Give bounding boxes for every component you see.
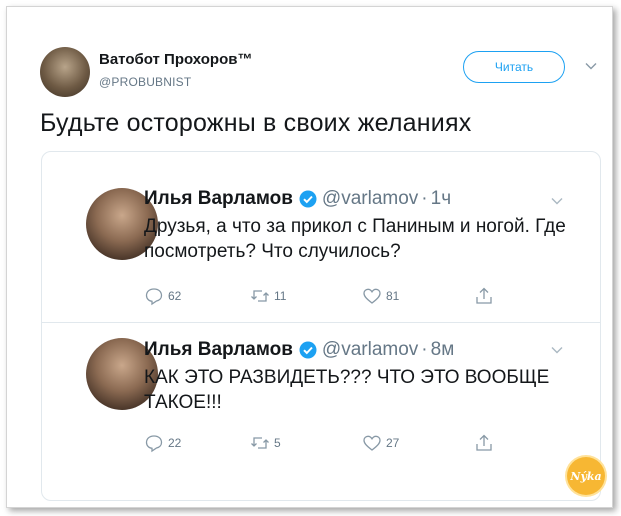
retweet-button[interactable]: 5 — [250, 433, 281, 453]
verified-icon — [299, 190, 317, 208]
retweet-count: 5 — [274, 436, 281, 450]
like-icon — [363, 288, 381, 304]
reply-handle[interactable]: @varlamov — [322, 188, 418, 210]
verified-icon — [299, 341, 317, 359]
like-count: 27 — [386, 436, 400, 450]
reply-separator: · — [421, 188, 428, 209]
share-icon — [476, 287, 492, 304]
reply-separator: · — [421, 339, 428, 360]
share-button[interactable] — [474, 286, 498, 306]
share-button[interactable] — [474, 433, 498, 453]
retweet-button[interactable]: 11 — [250, 286, 286, 306]
reply-button[interactable]: 22 — [144, 433, 181, 453]
tweet-actions: 62 11 81 — [144, 286, 544, 308]
quoted-media-card[interactable]: Илья Варламов @varlamov · 1ч Друзья, а ч… — [41, 151, 601, 501]
like-icon — [363, 435, 381, 451]
author-avatar[interactable] — [40, 47, 90, 97]
reply-author-name[interactable]: Илья Варламов — [144, 188, 293, 210]
tweet-text: Будьте осторожны в своих желаниях — [40, 109, 472, 137]
reply-button[interactable]: 62 — [144, 286, 181, 306]
reply-handle[interactable]: @varlamov — [322, 339, 418, 361]
reply-count: 22 — [168, 436, 182, 450]
tweet-frame: Ватобот Прохоров™ @PROBUBNIST Читать Буд… — [6, 6, 613, 508]
like-button[interactable]: 81 — [362, 286, 399, 306]
share-icon — [476, 434, 492, 451]
author-name[interactable]: Ватобот Прохоров™ — [99, 51, 252, 68]
reply-tweet[interactable]: Илья Варламов @varlamov · 8м КАК ЭТО РАЗ… — [42, 322, 600, 471]
watermark-logo: Nýka — [567, 457, 605, 495]
author-handle[interactable]: @PROBUBNIST — [99, 75, 191, 89]
reply-icon — [145, 435, 163, 453]
chevron-down-icon[interactable] — [550, 343, 564, 357]
retweet-count: 11 — [274, 289, 287, 303]
reply-text: Друзья, а что за прикол с Паниным и ного… — [144, 216, 566, 262]
reply-header: Илья Варламов @varlamov · 1ч — [144, 188, 451, 210]
reply-header: Илья Варламов @varlamov · 8м — [144, 339, 454, 361]
chevron-down-icon[interactable] — [584, 59, 598, 73]
reply-text: КАК ЭТО РАЗВИДЕТЬ??? ЧТО ЭТО ВООБЩЕ ТАКО… — [144, 367, 550, 413]
reply-time[interactable]: 8м — [431, 339, 455, 361]
retweet-icon — [251, 290, 269, 302]
reply-tweet[interactable]: Илья Варламов @varlamov · 1ч Друзья, а ч… — [42, 152, 600, 322]
like-button[interactable]: 27 — [362, 433, 399, 453]
tweet-actions: 22 5 27 — [144, 433, 544, 455]
reply-time[interactable]: 1ч — [431, 188, 451, 210]
follow-button[interactable]: Читать — [463, 51, 565, 83]
retweet-icon — [251, 437, 269, 449]
reply-author-name[interactable]: Илья Варламов — [144, 339, 293, 361]
reply-count: 62 — [168, 289, 182, 303]
chevron-down-icon[interactable] — [550, 194, 564, 208]
reply-icon — [145, 288, 163, 306]
like-count: 81 — [386, 289, 400, 303]
